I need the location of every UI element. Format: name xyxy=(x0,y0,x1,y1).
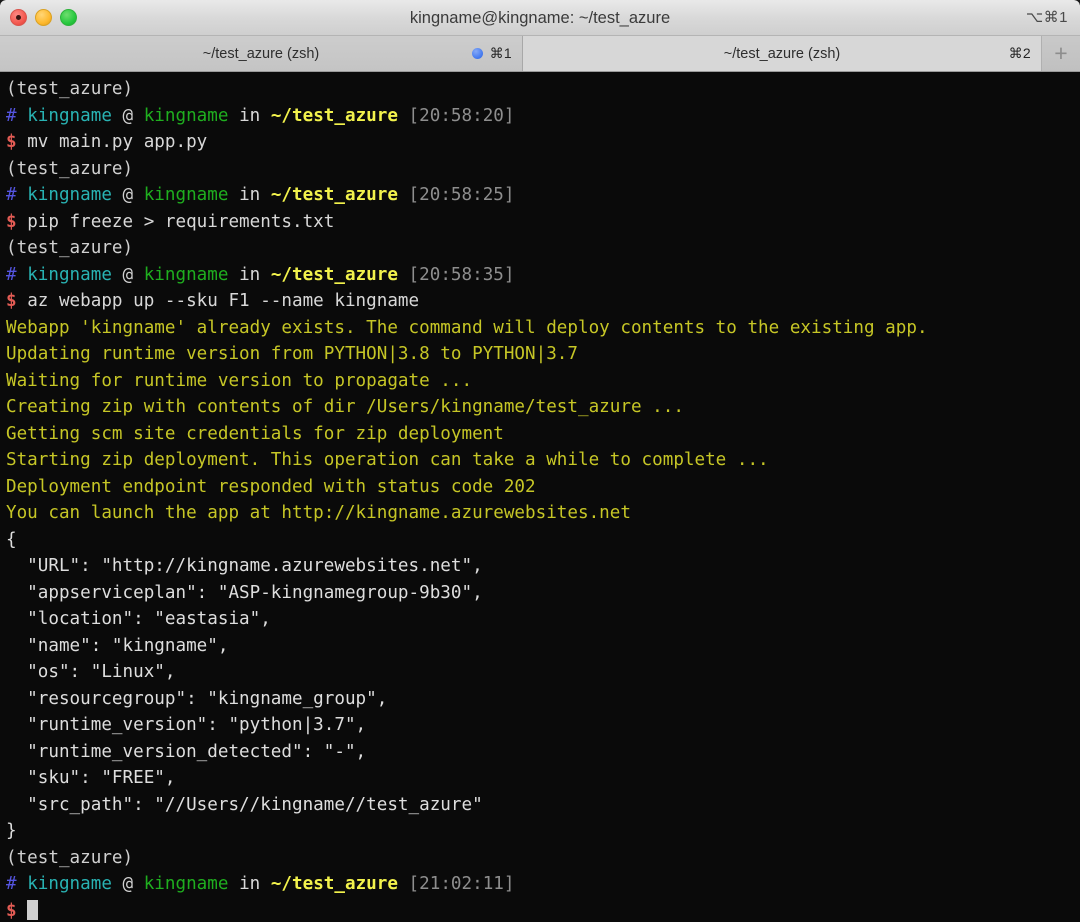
prompt-dollar: $ xyxy=(6,212,17,232)
venv-line: (test_azure) xyxy=(6,235,1080,262)
window-shortcut-label: ⌥⌘1 xyxy=(1026,0,1068,36)
venv-label: (test_azure) xyxy=(6,79,133,99)
prompt-hash: # xyxy=(6,185,17,205)
window-titlebar[interactable]: kingname@kingname: ~/test_azure ⌥⌘1 xyxy=(0,0,1080,36)
output-line: You can launch the app at http://kingnam… xyxy=(6,500,1080,527)
prompt-at: @ xyxy=(123,185,134,205)
prompt-hash: # xyxy=(6,874,17,894)
command-text: pip freeze > requirements.txt xyxy=(27,212,334,232)
prompt-in: in xyxy=(239,106,260,126)
output-line: Deployment endpoint responded with statu… xyxy=(6,474,1080,501)
prompt-user: kingname xyxy=(27,265,112,285)
tab-shortcut-label: ⌘2 xyxy=(1009,45,1031,62)
json-output-line: "src_path": "//Users//kingname//test_azu… xyxy=(6,792,1080,819)
traffic-light-group xyxy=(0,9,77,26)
prompt-timestamp: [20:58:20] xyxy=(409,106,515,126)
prompt-host: kingname xyxy=(144,106,229,126)
tab-test-azure-1[interactable]: ~/test_azure (zsh) ⌘1 xyxy=(0,36,523,71)
venv-line: (test_azure) xyxy=(6,76,1080,103)
maximize-button[interactable] xyxy=(60,9,77,26)
prompt-at: @ xyxy=(123,874,134,894)
prompt-dollar: $ xyxy=(6,901,17,921)
prompt-path: ~/test_azure xyxy=(271,185,398,205)
command-line: $ mv main.py app.py xyxy=(6,129,1080,156)
prompt-host: kingname xyxy=(144,874,229,894)
json-output-line: } xyxy=(6,818,1080,845)
output-line: Webapp 'kingname' already exists. The co… xyxy=(6,315,1080,342)
venv-line: (test_azure) xyxy=(6,156,1080,183)
prompt-line: # kingname @ kingname in ~/test_azure [2… xyxy=(6,262,1080,289)
prompt-user: kingname xyxy=(27,185,112,205)
json-output-line: "sku": "FREE", xyxy=(6,765,1080,792)
prompt-in: in xyxy=(239,874,260,894)
json-output-line: "name": "kingname", xyxy=(6,633,1080,660)
prompt-timestamp: [20:58:25] xyxy=(409,185,515,205)
prompt-line: # kingname @ kingname in ~/test_azure [2… xyxy=(6,103,1080,130)
output-line: Starting zip deployment. This operation … xyxy=(6,447,1080,474)
prompt-host: kingname xyxy=(144,265,229,285)
tab-indicators: ⌘2 xyxy=(1009,45,1031,62)
activity-dot-icon xyxy=(472,48,483,59)
terminal-window: kingname@kingname: ~/test_azure ⌥⌘1 ~/te… xyxy=(0,0,1080,922)
prompt-user: kingname xyxy=(27,106,112,126)
text-cursor xyxy=(27,900,38,920)
prompt-at: @ xyxy=(123,106,134,126)
json-output-line: "appserviceplan": "ASP-kingnamegroup-9b3… xyxy=(6,580,1080,607)
command-line: $ az webapp up --sku F1 --name kingname xyxy=(6,288,1080,315)
window-title: kingname@kingname: ~/test_azure xyxy=(0,0,1080,36)
venv-line: (test_azure) xyxy=(6,845,1080,872)
json-output-line: { xyxy=(6,527,1080,554)
prompt-dollar: $ xyxy=(6,132,17,152)
prompt-path: ~/test_azure xyxy=(271,265,398,285)
command-text: mv main.py app.py xyxy=(27,132,207,152)
prompt-hash: # xyxy=(6,265,17,285)
minimize-button[interactable] xyxy=(35,9,52,26)
tab-label: ~/test_azure (zsh) xyxy=(203,46,319,62)
active-command-line[interactable]: $ xyxy=(6,898,1080,922)
prompt-in: in xyxy=(239,265,260,285)
tab-test-azure-2[interactable]: ~/test_azure (zsh) ⌘2 xyxy=(523,36,1042,71)
venv-label: (test_azure) xyxy=(6,159,133,179)
tab-label: ~/test_azure (zsh) xyxy=(724,46,840,62)
tab-shortcut-label: ⌘1 xyxy=(490,45,512,62)
command-line: $ pip freeze > requirements.txt xyxy=(6,209,1080,236)
json-output-line: "resourcegroup": "kingname_group", xyxy=(6,686,1080,713)
prompt-at: @ xyxy=(123,265,134,285)
prompt-line: # kingname @ kingname in ~/test_azure [2… xyxy=(6,871,1080,898)
json-output-line: "runtime_version": "python|3.7", xyxy=(6,712,1080,739)
output-line: Creating zip with contents of dir /Users… xyxy=(6,394,1080,421)
prompt-path: ~/test_azure xyxy=(271,106,398,126)
new-tab-button[interactable]: + xyxy=(1042,36,1080,71)
prompt-dollar: $ xyxy=(6,291,17,311)
command-text: az webapp up --sku F1 --name kingname xyxy=(27,291,419,311)
prompt-hash: # xyxy=(6,106,17,126)
json-output-line: "location": "eastasia", xyxy=(6,606,1080,633)
prompt-user: kingname xyxy=(27,874,112,894)
json-output-line: "URL": "http://kingname.azurewebsites.ne… xyxy=(6,553,1080,580)
prompt-host: kingname xyxy=(144,185,229,205)
close-button[interactable] xyxy=(10,9,27,26)
output-line: Updating runtime version from PYTHON|3.8… xyxy=(6,341,1080,368)
prompt-timestamp: [20:58:35] xyxy=(409,265,515,285)
json-output-line: "runtime_version_detected": "-", xyxy=(6,739,1080,766)
terminal-output-area[interactable]: (test_azure) # kingname @ kingname in ~/… xyxy=(0,72,1080,922)
prompt-in: in xyxy=(239,185,260,205)
output-line: Getting scm site credentials for zip dep… xyxy=(6,421,1080,448)
venv-label: (test_azure) xyxy=(6,238,133,258)
prompt-line: # kingname @ kingname in ~/test_azure [2… xyxy=(6,182,1080,209)
tab-bar: ~/test_azure (zsh) ⌘1 ~/test_azure (zsh)… xyxy=(0,36,1080,72)
venv-label: (test_azure) xyxy=(6,848,133,868)
output-line: Waiting for runtime version to propagate… xyxy=(6,368,1080,395)
tab-indicators: ⌘1 xyxy=(472,45,512,62)
json-output-line: "os": "Linux", xyxy=(6,659,1080,686)
prompt-path: ~/test_azure xyxy=(271,874,398,894)
prompt-timestamp: [21:02:11] xyxy=(409,874,515,894)
